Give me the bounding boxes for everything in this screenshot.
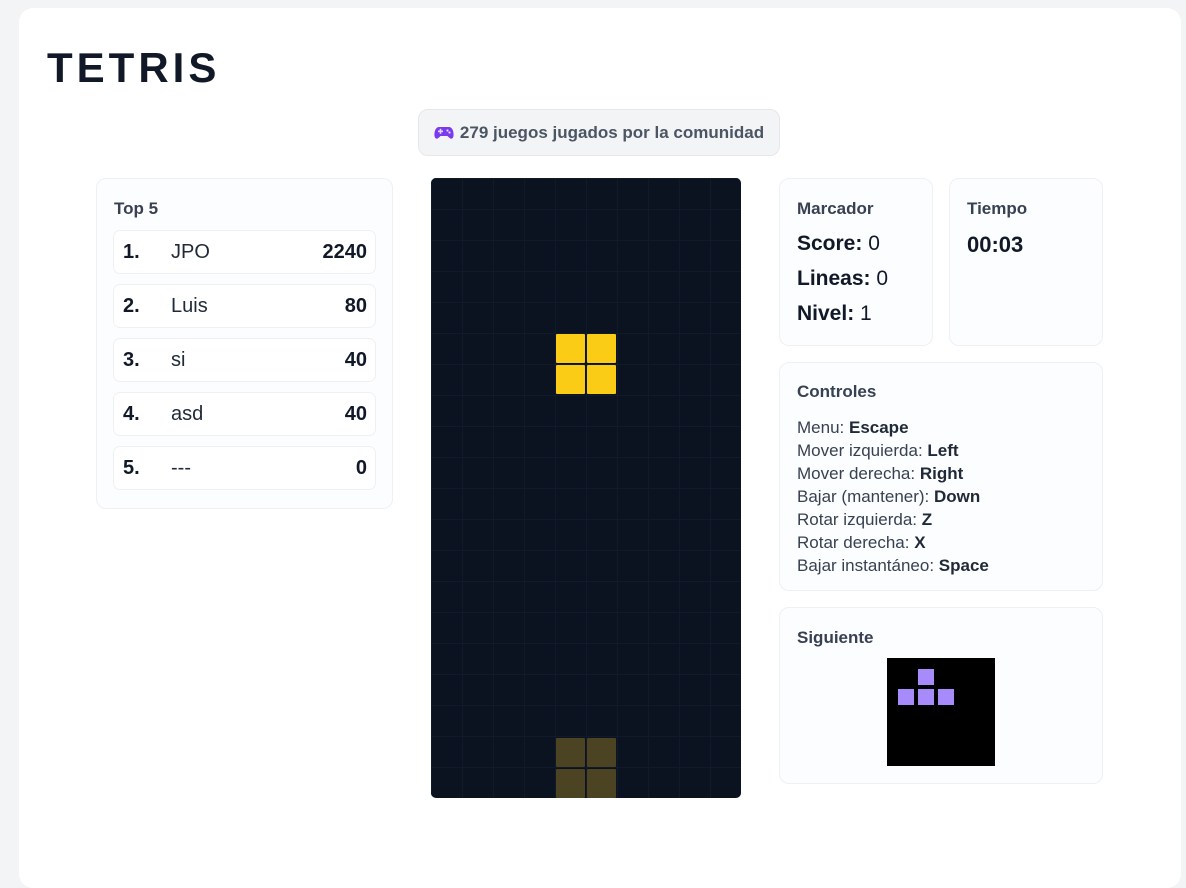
ghost-block — [556, 738, 585, 767]
next-piece-block — [918, 689, 934, 705]
control-action: Menu: — [797, 418, 845, 437]
control-action: Bajar instantáneo: — [797, 556, 935, 575]
control-item: Bajar instantáneo: Space — [797, 554, 1085, 577]
next-piece-block — [938, 689, 954, 705]
leaderboard-rank: 1. — [123, 240, 140, 263]
lines-label: Lineas: — [797, 267, 871, 290]
level-value: 1 — [860, 302, 872, 325]
score-stat: Score: 0 — [797, 232, 915, 256]
score-value: 0 — [868, 232, 880, 255]
community-games-badge: 279 juegos jugados por la comunidad — [418, 109, 780, 156]
ghost-block — [587, 738, 616, 767]
control-action: Bajar (mantener): — [797, 487, 930, 506]
game-board[interactable] — [431, 178, 741, 798]
timer-panel: Tiempo 00:03 — [949, 178, 1103, 346]
control-action: Rotar derecha: — [797, 533, 910, 552]
piece-block — [587, 365, 616, 394]
timer-value: 00:03 — [967, 232, 1024, 257]
next-piece-title: Siguiente — [797, 628, 874, 647]
ghost-block — [556, 769, 585, 798]
control-key: Down — [934, 487, 981, 506]
control-action: Mover derecha: — [797, 464, 916, 483]
piece-block — [556, 334, 585, 363]
control-key: Space — [938, 556, 989, 575]
level-stat: Nivel: 1 — [797, 302, 915, 326]
controls-panel: Controles Menu: Escape Mover izquierda: … — [779, 362, 1103, 591]
page-title: TETRIS — [47, 44, 221, 91]
gamepad-icon — [434, 126, 454, 140]
leaderboard-panel: Top 5 1. JPO 2240 2. Luis 80 3. si 40 4.… — [96, 178, 393, 509]
leaderboard-player: Luis — [171, 294, 208, 317]
control-key: Left — [927, 441, 959, 460]
leaderboard-score: 0 — [355, 456, 367, 479]
board-grid — [431, 178, 741, 798]
ghost-block — [587, 769, 616, 798]
score-label: Score: — [797, 232, 863, 255]
controls-title: Controles — [797, 382, 877, 401]
leaderboard-row: 1. JPO 2240 — [113, 230, 376, 274]
control-item: Mover derecha: Right — [797, 462, 1085, 485]
leaderboard-score: 40 — [344, 402, 367, 425]
control-key: Right — [919, 464, 964, 483]
leaderboard-row: 3. si 40 — [113, 338, 376, 382]
next-piece-block — [898, 689, 914, 705]
leaderboard-row: 4. asd 40 — [113, 392, 376, 436]
leaderboard-row: 2. Luis 80 — [113, 284, 376, 328]
scoreboard-panel: Marcador Score: 0 Lineas: 0 Nivel: 1 — [779, 178, 933, 346]
control-key: X — [914, 533, 926, 552]
control-item: Bajar (mantener): Down — [797, 485, 1085, 508]
control-item: Rotar izquierda: Z — [797, 508, 1085, 531]
leaderboard-rank: 2. — [123, 294, 140, 317]
control-item: Mover izquierda: Left — [797, 439, 1085, 462]
timer-title: Tiempo — [967, 199, 1028, 218]
piece-block — [556, 365, 585, 394]
piece-block — [587, 334, 616, 363]
leaderboard-score: 40 — [344, 348, 367, 371]
control-key: Z — [921, 510, 933, 529]
lines-value: 0 — [876, 267, 889, 290]
leaderboard-row: 5. --- 0 — [113, 446, 376, 490]
control-action: Rotar izquierda: — [797, 510, 918, 529]
level-label: Nivel: — [797, 302, 855, 325]
game-page: TETRIS 279 juegos jugados por la comunid… — [19, 8, 1181, 888]
control-action: Mover izquierda: — [797, 441, 923, 460]
community-games-text: 279 juegos jugados por la comunidad — [459, 122, 765, 142]
leaderboard-score: 80 — [344, 294, 367, 317]
next-piece-preview — [887, 658, 995, 766]
leaderboard-player: asd — [171, 402, 204, 425]
leaderboard-score: 2240 — [322, 240, 368, 263]
next-piece-block — [918, 669, 934, 685]
next-piece-panel: Siguiente — [779, 607, 1103, 784]
lines-stat: Lineas: 0 — [797, 267, 915, 291]
scoreboard-title: Marcador — [797, 199, 874, 218]
leaderboard-rank: 3. — [123, 348, 140, 371]
control-key: Escape — [848, 418, 909, 437]
control-item: Rotar derecha: X — [797, 531, 1085, 554]
leaderboard-player: --- — [171, 456, 191, 479]
leaderboard-player: JPO — [171, 240, 210, 263]
control-item: Menu: Escape — [797, 416, 1085, 439]
leaderboard-rank: 5. — [123, 456, 140, 479]
leaderboard-rank: 4. — [123, 402, 140, 425]
leaderboard-title: Top 5 — [114, 199, 159, 218]
leaderboard-player: si — [171, 348, 186, 371]
